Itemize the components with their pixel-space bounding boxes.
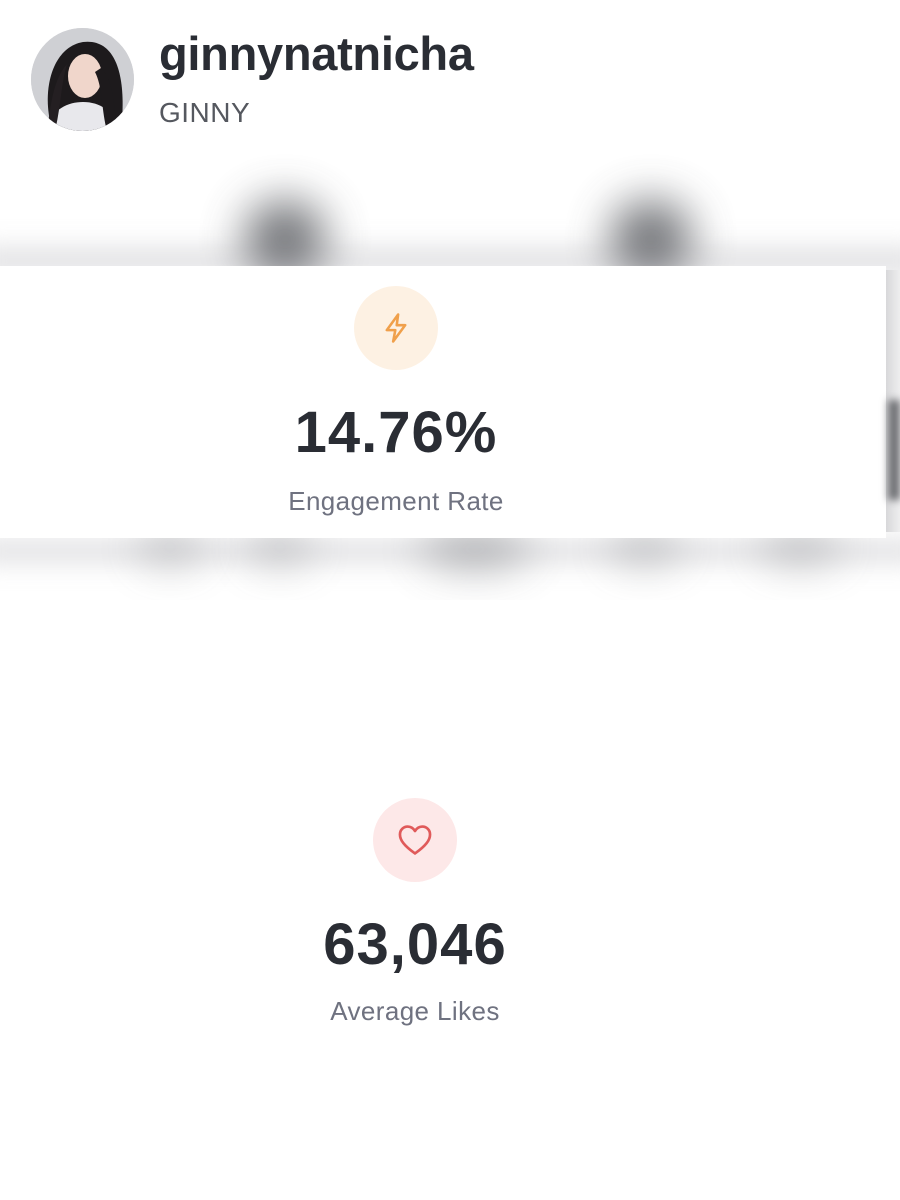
average-likes-value: 63,046 [323, 912, 507, 977]
stat-engagement-rate: 14.76% Engagement Rate [196, 286, 596, 517]
avatar[interactable] [31, 28, 134, 131]
heart-icon [373, 798, 457, 882]
lightning-icon [354, 286, 438, 370]
stat-average-likes: 63,046 Average Likes [215, 798, 615, 1027]
profile-header: ginnynatnicha GINNY [31, 28, 474, 131]
average-likes-label: Average Likes [330, 996, 500, 1026]
display-name: GINNY [159, 97, 251, 128]
username: ginnynatnicha [159, 27, 474, 80]
profile-photo [31, 28, 134, 131]
engagement-rate-value: 14.76% [294, 400, 498, 465]
card-edge-shadow [888, 400, 900, 500]
engagement-rate-label: Engagement Rate [288, 486, 504, 516]
